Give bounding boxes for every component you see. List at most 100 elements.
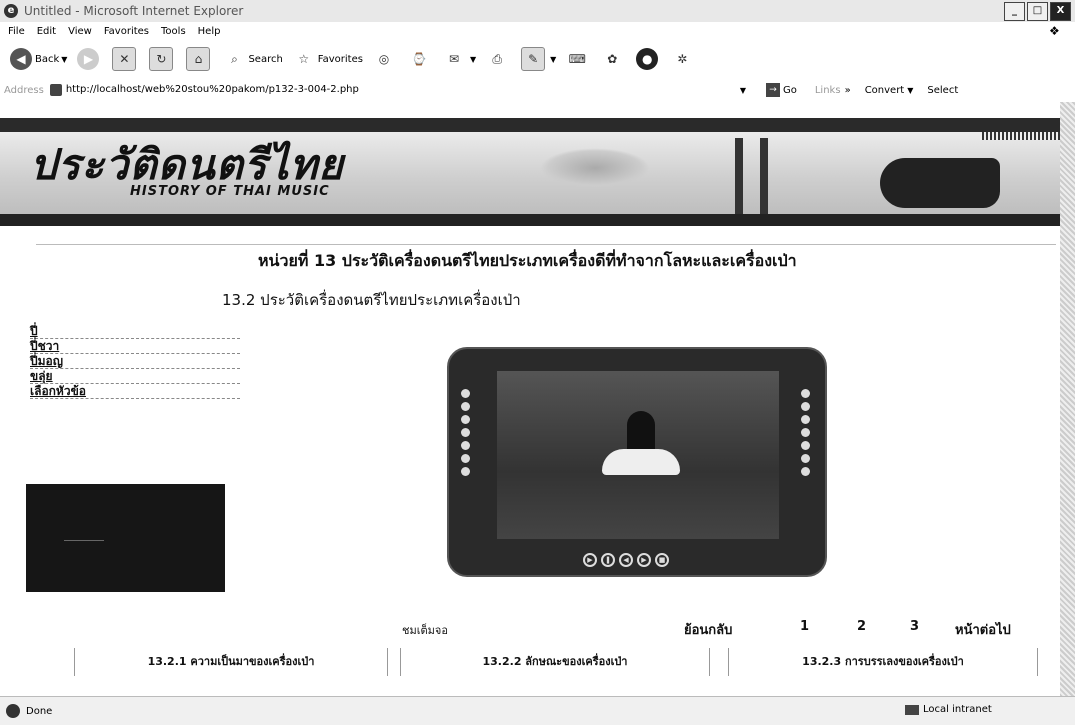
site-banner: ประวัติดนตรีไทย HISTORY OF THAI MUSIC [0, 118, 1060, 226]
subsection-link-3[interactable]: 13.2.3 การบรรเลงของเครื่องเป่า [728, 648, 1038, 676]
history-button[interactable]: ⌚ [407, 48, 433, 70]
window-controls: _ □ X [1004, 2, 1071, 21]
player-controls: ▶ ❚ ◀ ▶ ■ [583, 553, 669, 567]
banner-instrument-post [760, 138, 768, 216]
back-arrow-icon: ◀ [10, 48, 32, 70]
edit-dropdown-icon: ▼ [550, 54, 557, 64]
stop-icon[interactable]: ■ [655, 553, 669, 567]
menu-favorites[interactable]: Favorites [104, 26, 149, 37]
refresh-icon: ↻ [149, 47, 174, 71]
menu-link-khlui[interactable]: ขลุ่ย [30, 369, 240, 384]
menu-bar: File Edit View Favorites Tools Help ❖ [0, 22, 1075, 40]
menu-link-choose-topic[interactable]: เลือกหัวข้อ [30, 384, 240, 399]
history-icon: ⌚ [407, 48, 430, 70]
page-link-3[interactable]: 3 [910, 619, 919, 634]
heading-divider [36, 244, 1056, 245]
favorites-button[interactable]: ☆ Favorites [292, 48, 363, 70]
window-title-bar: e Untitled - Microsoft Internet Explorer… [0, 0, 1075, 22]
ie-logo-icon: e [4, 4, 18, 18]
convert-dropdown-icon[interactable]: ▼ [907, 86, 913, 95]
rewind-icon[interactable]: ◀ [619, 553, 633, 567]
extra-tool-button[interactable]: ✲ [671, 48, 696, 70]
mail-button[interactable]: ✉ ▼ [442, 48, 477, 70]
video-player[interactable]: ▶ ❚ ◀ ▶ ■ [447, 347, 827, 577]
print-button[interactable]: ⎙ [486, 48, 511, 70]
banner-top-strip [0, 118, 1060, 132]
section-heading: 13.2 ประวัติเครื่องดนตรีไทยประเภทเครื่อง… [222, 291, 521, 309]
messenger-button[interactable]: ● [636, 48, 661, 70]
toolbar: ◀ Back ▼ ▶ ✕ ↻ ⌂ ⌕ Search ☆ Favorites ◎ … [0, 40, 1075, 78]
menu-tools[interactable]: Tools [161, 26, 186, 37]
media-button[interactable]: ◎ [372, 48, 398, 70]
research-button[interactable]: ✿ [601, 48, 626, 70]
small-video-box[interactable] [26, 484, 225, 592]
page-link-1[interactable]: 1 [800, 619, 809, 634]
media-icon: ◎ [372, 48, 395, 70]
links-button[interactable]: Links [815, 85, 841, 96]
messenger-icon: ● [636, 48, 659, 70]
banner-horn-image [880, 158, 1000, 208]
window-title: Untitled - Microsoft Internet Explorer [24, 4, 244, 18]
close-button[interactable]: X [1050, 2, 1071, 21]
address-dropdown-icon[interactable]: ▼ [740, 86, 746, 95]
zone-label: Local intranet [923, 704, 992, 715]
go-button[interactable]: → Go [765, 83, 797, 97]
fullscreen-link[interactable]: ชมเต็มจอ [402, 621, 448, 639]
security-zone: Local intranet [905, 704, 992, 715]
next-page-link[interactable]: หน้าต่อไป [955, 619, 1011, 640]
mail-icon: ✉ [442, 48, 465, 70]
intranet-icon [905, 704, 919, 715]
menu-file[interactable]: File [8, 26, 25, 37]
pause-icon[interactable]: ❚ [601, 553, 615, 567]
select-button[interactable]: Select [927, 85, 958, 96]
discuss-button[interactable]: ⌨ [566, 48, 591, 70]
home-button[interactable]: ⌂ [186, 47, 213, 71]
unit-heading: หน่วยที่ 13 ประวัติเครื่องดนตรีไทยประเภท… [258, 251, 797, 270]
subsection-tabs: 13.2.1 ความเป็นมาของเครื่องเป่า 13.2.2 ล… [74, 648, 1038, 678]
back-link[interactable]: ย้อนกลับ [684, 619, 732, 640]
menu-link-pi-mon[interactable]: ปี่มอญ [30, 354, 240, 369]
convert-button[interactable]: Convert [865, 85, 905, 96]
address-bar: Address http://localhost/web%20stou%20pa… [0, 78, 1075, 103]
forward-arrow-icon: ▶ [77, 48, 100, 70]
subsection-link-2[interactable]: 13.2.2 ลักษณะของเครื่องเป่า [400, 648, 710, 676]
menu-edit[interactable]: Edit [37, 26, 56, 37]
stop-icon: ✕ [112, 47, 137, 71]
play-icon[interactable]: ▶ [583, 553, 597, 567]
search-button[interactable]: ⌕ Search [223, 48, 283, 70]
status-bar: Done Local intranet [0, 696, 1075, 725]
address-label: Address [4, 84, 44, 96]
chevron-more-icon[interactable]: » [845, 85, 851, 96]
page-link-2[interactable]: 2 [857, 619, 866, 634]
forward-icon[interactable]: ▶ [637, 553, 651, 567]
maximize-button[interactable]: □ [1027, 2, 1048, 21]
menu-help[interactable]: Help [198, 26, 221, 37]
subsection-link-1[interactable]: 13.2.1 ความเป็นมาของเครื่องเป่า [74, 648, 388, 676]
banner-english-title: HISTORY OF THAI MUSIC [130, 184, 330, 199]
vertical-scrollbar[interactable] [1060, 102, 1075, 696]
banner-bottom-strip [0, 214, 1060, 226]
address-url: http://localhost/web%20stou%20pakom/p132… [65, 84, 359, 95]
forward-button[interactable]: ▶ [77, 48, 102, 70]
home-icon: ⌂ [186, 47, 211, 71]
menu-view[interactable]: View [68, 26, 92, 37]
edit-button[interactable]: ✎ ▼ [521, 47, 556, 71]
print-icon: ⎙ [486, 48, 509, 70]
mail-dropdown-icon: ▼ [469, 54, 477, 64]
small-video-line [64, 540, 104, 541]
address-input[interactable]: http://localhost/web%20stou%20pakom/p132… [49, 82, 740, 98]
refresh-button[interactable]: ↻ [149, 47, 176, 71]
menu-link-pi-chawa[interactable]: ปี่ชวา [30, 339, 240, 354]
status-text: Done [26, 705, 53, 717]
stop-button[interactable]: ✕ [112, 47, 139, 71]
research-icon: ✿ [601, 48, 624, 70]
discuss-icon: ⌨ [566, 48, 589, 70]
go-arrow-icon: → [765, 83, 780, 97]
minimize-button[interactable]: _ [1004, 2, 1025, 21]
page-icon [49, 84, 62, 96]
favorites-star-icon: ☆ [292, 48, 315, 70]
menu-link-pi[interactable]: ปี่ [30, 324, 240, 339]
back-button[interactable]: ◀ Back ▼ [10, 48, 67, 70]
player-musician-arms [602, 449, 680, 475]
player-screen[interactable] [497, 371, 779, 539]
